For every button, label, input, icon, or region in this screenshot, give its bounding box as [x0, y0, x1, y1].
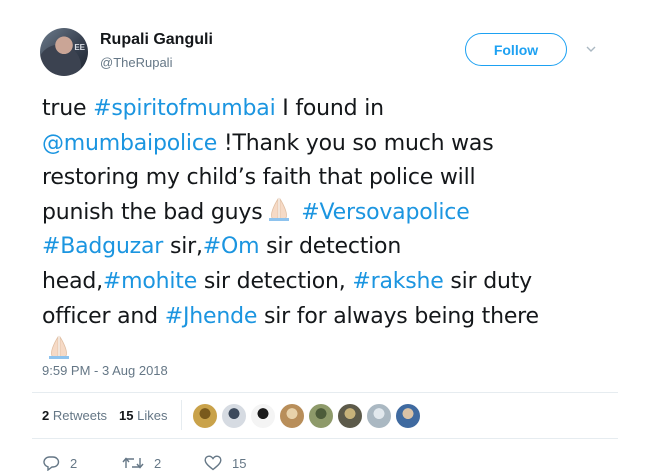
- tweet-line: #Badguzar sir,#Om sir detection: [42, 230, 602, 265]
- retweets-stat-label: Retweets: [52, 408, 108, 423]
- tweet-line: punish the bad guys #Versovapolice: [42, 196, 602, 231]
- chevron-down-icon[interactable]: [586, 44, 596, 54]
- tweet-line: @mumbaipolice !Thank you so much was: [42, 127, 602, 162]
- folded-hands-emoji-icon: [44, 334, 74, 360]
- reply-count: 2: [70, 455, 78, 471]
- hashtag-link[interactable]: #Badguzar: [42, 234, 163, 259]
- tweet-text-segment: true: [42, 96, 94, 121]
- tweet-text-segment: restoring my child’s faith that police w…: [42, 165, 476, 191]
- hashtag-link[interactable]: #mohite: [103, 269, 197, 294]
- tweet-text-segment: sir detection,: [197, 268, 353, 294]
- hashtag-link[interactable]: #Jhende: [165, 304, 258, 329]
- avatar-dog-icon[interactable]: [279, 403, 305, 429]
- stats-separator: [181, 400, 182, 430]
- tweet-text-segment: !Thank you so much was: [217, 130, 494, 156]
- retweets-stat[interactable]: 2 Retweets: [42, 408, 107, 423]
- tweet-text-segment: I found in: [275, 96, 384, 121]
- tweet-text-segment: sir for always being there: [257, 303, 539, 329]
- retweet-button[interactable]: 2: [122, 455, 161, 471]
- retweet-icon: [122, 457, 144, 469]
- hashtag-link[interactable]: #Versovapolice: [301, 200, 469, 225]
- retweets-stat-count: 2: [42, 408, 50, 423]
- likes-stat-count: 15: [119, 408, 134, 423]
- tweet-text-segment: sir duty: [443, 268, 532, 294]
- tweet-line: head,#mohite sir detection, #rakshe sir …: [42, 265, 602, 300]
- tweet-text: true #spiritofmumbai I found in @mumbaipo…: [42, 92, 602, 369]
- tweet-card: EE Rupali Ganguli @TheRupali Follow true…: [0, 0, 646, 474]
- likes-stat[interactable]: 15 Likes: [119, 408, 167, 423]
- tweet-line: officer and #Jhende sir for always being…: [42, 300, 602, 335]
- avatar-default-icon[interactable]: [366, 403, 392, 429]
- avatar-man-glasses-icon[interactable]: [221, 403, 247, 429]
- hashtag-link[interactable]: #Om: [203, 234, 260, 259]
- avatar-emblem-icon[interactable]: [250, 403, 276, 429]
- tweet-line: true #spiritofmumbai I found in: [42, 92, 602, 127]
- avatar-man-blue-icon[interactable]: [395, 403, 421, 429]
- author-name[interactable]: Rupali Ganguli: [100, 31, 213, 49]
- like-button[interactable]: 15: [204, 455, 246, 471]
- like-count: 15: [232, 455, 247, 471]
- divider: [32, 392, 618, 393]
- avatar-badge-text: EE: [74, 43, 85, 52]
- author-avatar[interactable]: EE: [40, 28, 88, 76]
- hashtag-link[interactable]: #spiritofmumbai: [93, 96, 276, 121]
- author-handle[interactable]: @TheRupali: [100, 55, 172, 70]
- mention-link[interactable]: @mumbaipolice: [42, 131, 217, 156]
- follow-button[interactable]: Follow: [465, 33, 567, 66]
- reply-icon: [43, 456, 60, 471]
- tweet-text-segment: head,: [42, 268, 103, 294]
- tweet-line: restoring my child’s faith that police w…: [42, 161, 602, 196]
- hashtag-link[interactable]: #rakshe: [352, 269, 443, 294]
- avatar-lion-icon[interactable]: [192, 403, 218, 429]
- tweet-text-segment: sir detection: [259, 234, 402, 260]
- reply-button[interactable]: 2: [42, 455, 77, 471]
- avatar-dark-portrait-icon[interactable]: [337, 403, 363, 429]
- divider: [32, 438, 618, 439]
- folded-hands-emoji-icon: [264, 196, 294, 222]
- tweet-text-segment: officer and: [42, 303, 165, 329]
- avatar-landscape-icon[interactable]: [308, 403, 334, 429]
- retweet-count: 2: [154, 455, 162, 471]
- likes-stat-label: Likes: [137, 408, 168, 423]
- tweet-text-segment: sir,: [163, 234, 203, 260]
- tweet-text-segment: punish the bad guys: [42, 199, 263, 225]
- tweet-timestamp[interactable]: 9:59 PM - 3 Aug 2018: [42, 363, 168, 378]
- heart-icon: [204, 455, 222, 471]
